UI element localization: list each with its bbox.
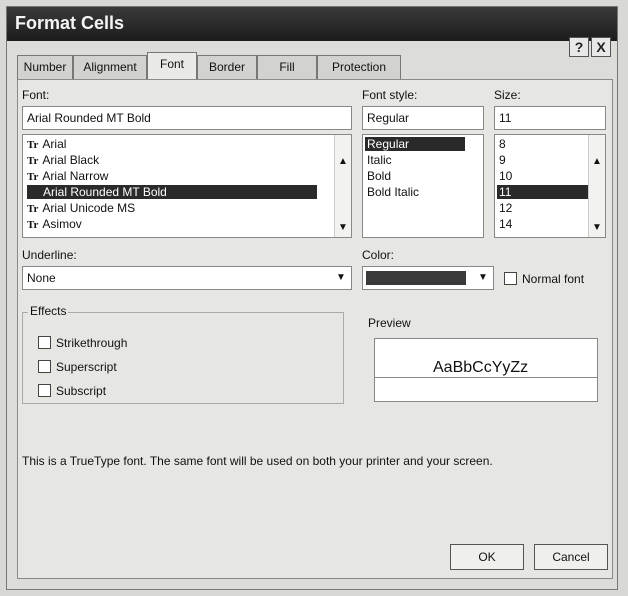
list-item[interactable]: Tr Asimov (27, 217, 82, 231)
subscript-checkbox[interactable] (38, 384, 51, 397)
color-select[interactable]: ▼ (362, 266, 494, 290)
tab-fill[interactable]: Fill (257, 55, 317, 79)
font-item-label: Asimov (42, 217, 82, 231)
help-button[interactable]: ? (569, 37, 589, 57)
truetype-icon: Tr (27, 139, 39, 151)
underline-value: None (27, 271, 56, 285)
chevron-down-icon[interactable]: ▼ (333, 269, 349, 287)
cancel-button[interactable]: Cancel (534, 544, 608, 570)
tab-border[interactable]: Border (197, 55, 257, 79)
font-item-label: Arial Rounded MT Bold (43, 185, 167, 199)
color-label: Color: (362, 248, 395, 262)
font-item-label: Arial Unicode MS (42, 201, 136, 215)
list-item[interactable]: 14 (499, 217, 512, 231)
title-bar[interactable]: Format Cells (7, 7, 617, 41)
preview-sample: AaBbCcYyZz (425, 359, 537, 377)
normal-font-label: Normal font (522, 272, 585, 286)
font-style-input[interactable]: Regular (362, 106, 484, 130)
font-name-input[interactable]: Arial Rounded MT Bold (22, 106, 352, 130)
truetype-icon: Tr (27, 171, 39, 183)
list-item[interactable]: 10 (499, 169, 512, 183)
strikethrough-label: Strikethrough (56, 336, 128, 350)
underline-label: Underline: (22, 248, 77, 262)
format-cells-dialog: Format Cells ? X Number Alignment Font B… (6, 6, 618, 590)
list-item[interactable]: Italic (367, 153, 392, 167)
list-item[interactable]: Bold Italic (367, 185, 419, 199)
list-item[interactable]: Tr Arial Narrow (27, 169, 108, 183)
font-item-label: Arial Narrow (42, 169, 109, 183)
list-item[interactable]: 9 (499, 153, 506, 167)
ok-button[interactable]: OK (450, 544, 524, 570)
size-list-scrollbar[interactable]: ▲ ▼ (588, 135, 605, 237)
normal-font-checkbox[interactable] (504, 272, 517, 285)
strikethrough-checkbox[interactable] (38, 336, 51, 349)
tab-alignment[interactable]: Alignment (73, 55, 147, 79)
list-item[interactable]: Bold (367, 169, 391, 183)
font-item-label: Arial (42, 137, 67, 151)
scroll-up-icon[interactable]: ▲ (589, 155, 605, 169)
truetype-info-text: This is a TrueType font. The same font w… (22, 454, 493, 468)
font-style-label: Font style: (362, 88, 418, 102)
list-item-selected[interactable]: Regular (365, 137, 465, 151)
size-list[interactable]: 8 9 10 11 12 14 ▲ ▼ (494, 134, 606, 238)
font-tab-panel: Font: Arial Rounded MT Bold Tr Arial Tr Ar… (17, 79, 613, 579)
list-item[interactable]: 8 (499, 137, 506, 151)
scroll-down-icon[interactable]: ▼ (335, 221, 351, 235)
font-list-scrollbar[interactable]: ▲ ▼ (334, 135, 351, 237)
color-swatch (366, 271, 466, 285)
font-style-list[interactable]: Regular Italic Bold Bold Italic (362, 134, 484, 238)
preview-baseline (375, 377, 597, 378)
tab-protection[interactable]: Protection (317, 55, 401, 79)
tab-number[interactable]: Number (17, 55, 73, 79)
tab-font[interactable]: Font (147, 52, 197, 80)
font-list[interactable]: Tr Arial Tr Arial Black Tr Arial Narrow Ari… (22, 134, 352, 238)
truetype-icon: Tr (27, 155, 39, 167)
effects-label: Effects (28, 304, 69, 318)
superscript-label: Superscript (56, 360, 117, 374)
scroll-down-icon[interactable]: ▼ (589, 221, 605, 235)
superscript-checkbox[interactable] (38, 360, 51, 373)
list-item[interactable]: Tr Arial (27, 137, 66, 151)
chevron-down-icon[interactable]: ▼ (475, 269, 491, 287)
font-label: Font: (22, 88, 50, 102)
font-item-label: Arial Black (42, 153, 100, 167)
scroll-up-icon[interactable]: ▲ (335, 155, 351, 169)
truetype-icon: Tr (27, 203, 39, 215)
close-button[interactable]: X (591, 37, 611, 57)
list-item[interactable]: Tr Arial Unicode MS (27, 201, 135, 215)
list-item-selected[interactable]: 11 (497, 185, 589, 199)
list-item-selected[interactable]: Arial Rounded MT Bold (27, 185, 317, 199)
subscript-label: Subscript (56, 384, 107, 398)
truetype-icon: Tr (27, 219, 39, 231)
list-item[interactable]: 12 (499, 201, 512, 215)
dialog-title: Format Cells (15, 13, 125, 33)
preview-box: AaBbCcYyZz (374, 338, 598, 402)
preview-label: Preview (368, 316, 411, 330)
underline-select[interactable]: None ▼ (22, 266, 352, 290)
list-item[interactable]: Tr Arial Black (27, 153, 99, 167)
size-label: Size: (494, 88, 521, 102)
size-input[interactable]: 11 (494, 106, 606, 130)
